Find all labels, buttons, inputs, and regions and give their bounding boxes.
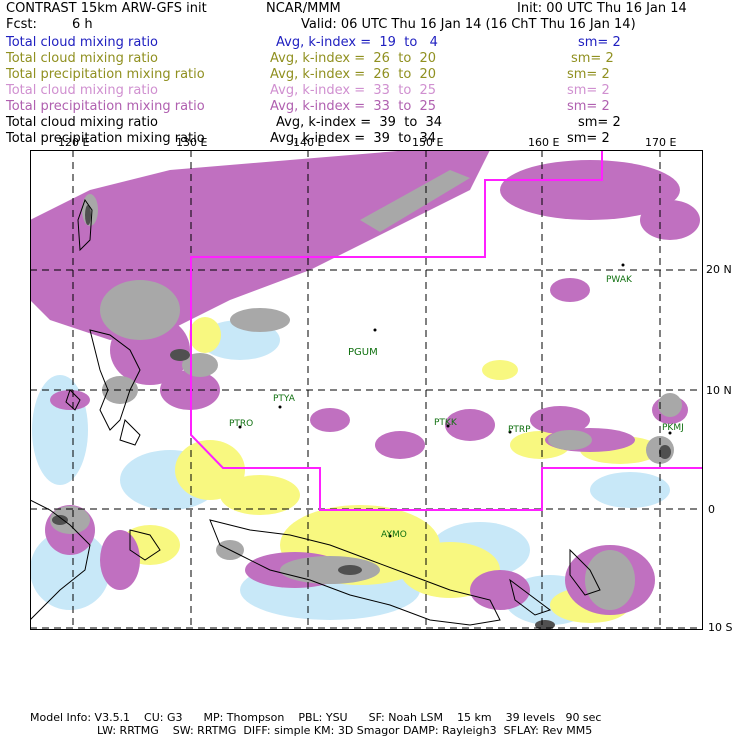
lon-label: 160 E [528,136,560,149]
station-label: PKMJ [662,423,684,433]
lat-label: 10 S [708,621,733,634]
lon-label: 120 E [58,136,90,149]
lat-label: 20 N [706,263,732,276]
field-name: Total cloud mixing ratio [6,51,159,66]
field-sm: sm= 2 [567,67,610,82]
field-name: Total precipitation mixing ratio [6,99,205,114]
station-label: PTYA [273,394,296,404]
field-avg: Avg, k-index = 26 to 20 [270,67,437,82]
field-avg: Avg, k-index = 33 to 25 [270,83,437,98]
field-avg: Avg, k-index = 33 to 25 [270,99,437,114]
lon-label: 140 E [293,136,325,149]
lon-label: 130 E [176,136,208,149]
valid-time: Valid: 06 UTC Thu 16 Jan 14 (16 ChT Thu … [301,17,636,32]
institution-title: NCAR/MMM [266,1,341,16]
field-avg: Avg, k-index = 39 to 34 [276,115,443,130]
field-sm: sm= 2 [567,131,610,146]
forecast-map: PWAK PGUM PTYA PTRO PTKK PTRP PKMJ AYMO [30,150,703,630]
model-title: CONTRAST 15km ARW-GFS init [6,1,207,16]
field-avg: Avg, k-index = 26 to 20 [270,51,437,66]
field-sm: sm= 2 [567,99,610,114]
lon-label: 170 E [645,136,677,149]
field-name: Total precipitation mixing ratio [6,67,205,82]
station-label: PTKK [434,418,458,428]
lon-label: 150 E [412,136,444,149]
forecast-hour: 6 h [72,17,93,32]
init-time: Init: 00 UTC Thu 16 Jan 14 [517,1,687,16]
station-label: PTRP [508,425,531,435]
field-sm: sm= 2 [578,115,621,130]
field-sm: sm= 2 [567,83,610,98]
model-info-line1: Model Info: V3.5.1 CU: G3 MP: Thompson P… [30,711,602,724]
field-name: Total cloud mixing ratio [6,115,159,130]
field-name: Total cloud mixing ratio [6,35,159,50]
forecast-label: Fcst: [6,17,37,32]
station-label: AYMO [381,530,407,540]
model-info-line2: LW: RRTMG SW: RRTMG DIFF: simple KM: 3D … [97,724,593,737]
lat-label: 10 N [706,384,732,397]
field-sm: sm= 2 [578,35,621,50]
field-avg: Avg, k-index = 19 to 4 [276,35,438,50]
station-label: PWAK [606,275,633,285]
lat-label: 0 [708,503,715,516]
field-sm: sm= 2 [571,51,614,66]
station-label: PGUM [348,347,378,358]
station-label: PTRO [229,419,253,429]
field-name: Total cloud mixing ratio [6,83,159,98]
field-name: Total precipitation mixing ratio [6,131,205,146]
